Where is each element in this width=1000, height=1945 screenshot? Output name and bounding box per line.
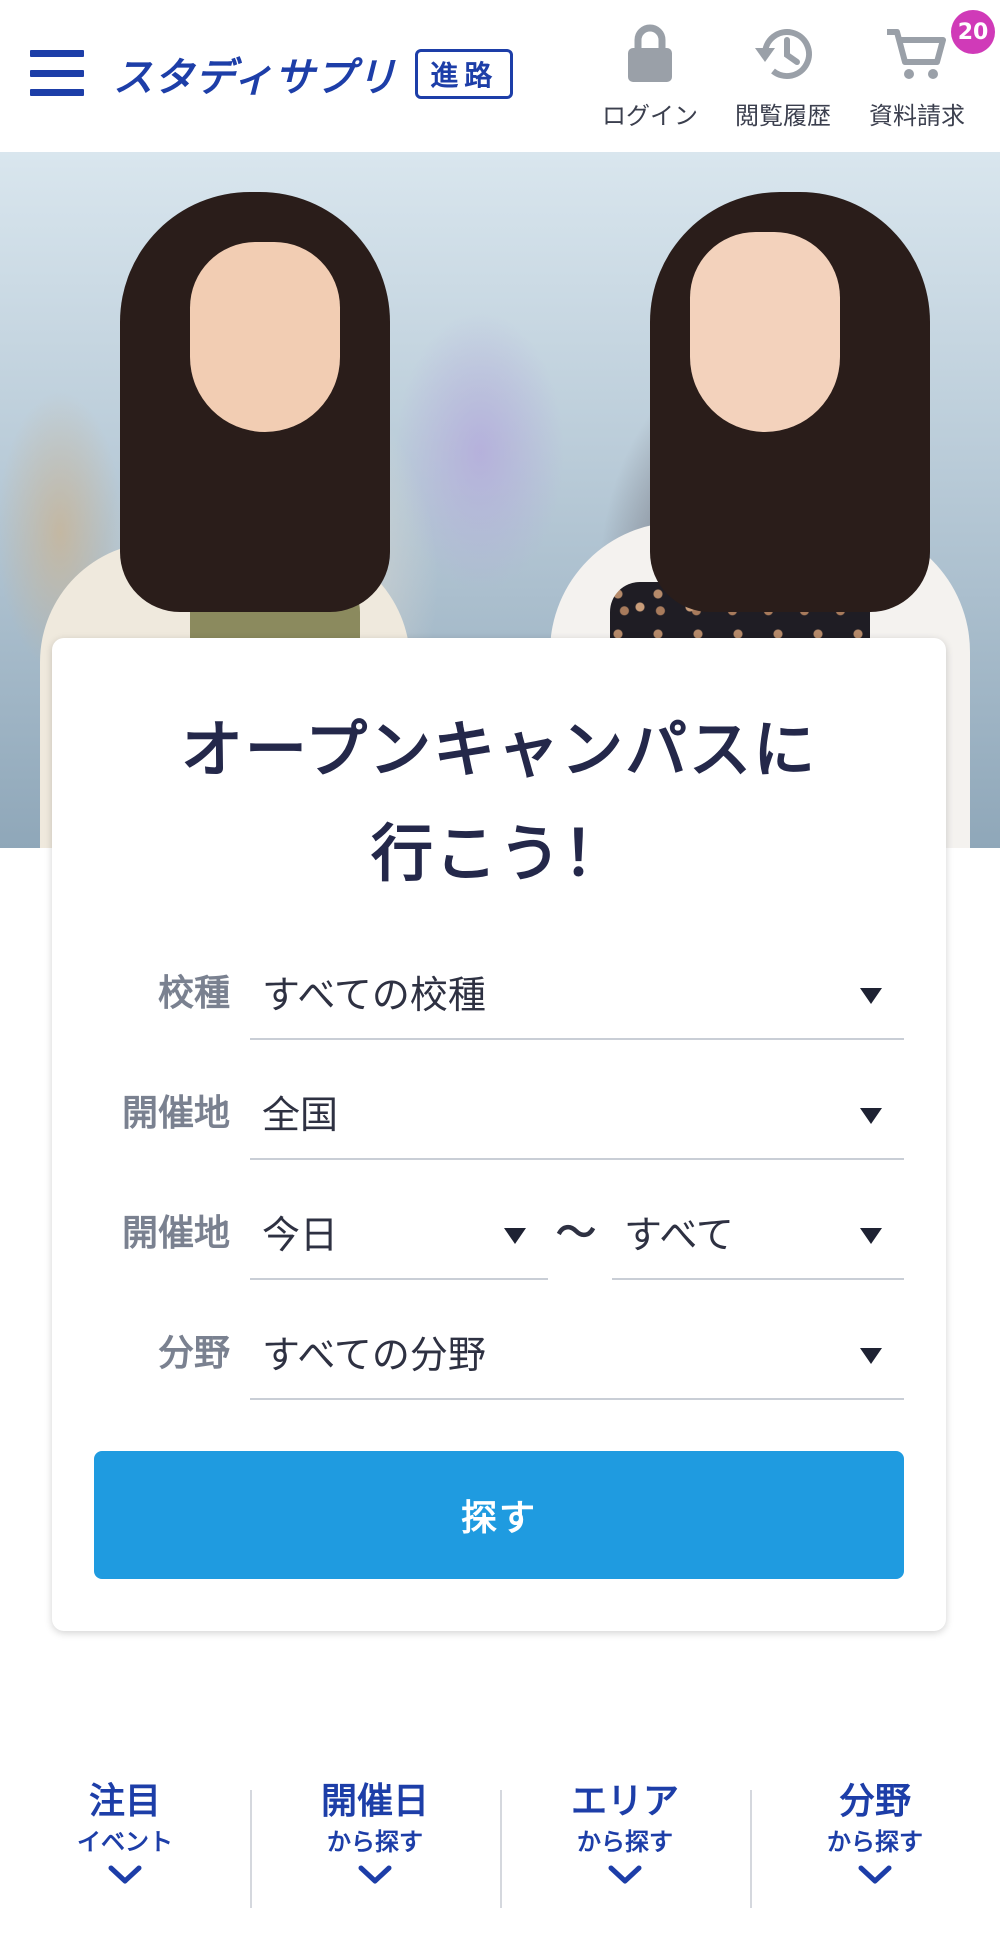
- location-value: 全国: [262, 1093, 339, 1137]
- hero-person-right-face: [690, 232, 840, 432]
- field-select[interactable]: すべての分野: [250, 1308, 904, 1400]
- field-value: すべての分野: [262, 1333, 486, 1377]
- chevron-down-icon: [608, 1865, 642, 1884]
- nav-by-date[interactable]: 開催日 から探す: [250, 1780, 500, 1920]
- date-row: 開催地 今日 〜 すべて: [52, 1168, 946, 1288]
- caret-down-icon: [860, 1228, 882, 1244]
- hero-person-left-face: [190, 242, 340, 432]
- request-label: 資料請求: [869, 102, 965, 130]
- date-to-value: すべて: [624, 1213, 734, 1257]
- bottom-nav: 注目 イベント 開催日 から探す エリア から探す 分野 から探す: [0, 1780, 1000, 1920]
- school-type-row: 校種 すべての校種: [52, 928, 946, 1048]
- nav-by-area[interactable]: エリア から探す: [500, 1780, 750, 1920]
- caret-down-icon: [860, 1108, 882, 1124]
- chevron-down-icon: [858, 1865, 892, 1884]
- page-title: オープンキャンパスに 行こう！: [52, 698, 946, 906]
- history-button[interactable]: 閲覧履歴: [728, 22, 838, 132]
- history-label: 閲覧履歴: [735, 102, 831, 130]
- nav-item-main-label: エリア: [570, 1781, 679, 1822]
- field-label: 分野: [157, 1333, 230, 1374]
- caret-down-icon: [504, 1228, 526, 1244]
- search-button[interactable]: 探す: [94, 1451, 904, 1579]
- search-card: オープンキャンパスに 行こう！ 校種 すべての校種 開催地 全国 開催地 今日 …: [52, 638, 946, 1631]
- nav-item-main-label: 分野: [838, 1781, 911, 1822]
- date-range-separator: 〜: [556, 1210, 596, 1256]
- date-label: 開催地: [121, 1213, 230, 1254]
- date-from-select[interactable]: 今日: [250, 1188, 548, 1280]
- chevron-down-icon: [358, 1865, 392, 1884]
- site-logo[interactable]: スタディサプリ 進路: [113, 46, 514, 102]
- nav-item-sub-label: から探す: [827, 1828, 923, 1856]
- title-line-1: オープンキャンパスに: [180, 713, 818, 786]
- menu-icon[interactable]: [30, 50, 84, 96]
- nav-item-sub-label: から探す: [327, 1828, 423, 1856]
- nav-featured-events[interactable]: 注目 イベント: [0, 1780, 250, 1920]
- field-row: 分野 すべての分野: [52, 1288, 946, 1408]
- history-icon: [751, 22, 815, 86]
- nav-by-field[interactable]: 分野 から探す: [750, 1780, 1000, 1920]
- cart-count-badge: 20: [951, 10, 995, 54]
- title-line-2: 行こう！: [370, 817, 627, 890]
- logo-text: スタディサプリ: [113, 55, 398, 101]
- school-type-value: すべての校種: [262, 973, 486, 1017]
- app-header: スタディサプリ 進路 ログイン 閲覧履歴 20 資料請求: [0, 0, 1000, 152]
- chevron-down-icon: [108, 1865, 142, 1884]
- caret-down-icon: [860, 1348, 882, 1364]
- login-button[interactable]: ログイン: [595, 22, 705, 132]
- nav-item-main-label: 開催日: [320, 1781, 429, 1822]
- nav-item-sub-label: イベント: [77, 1828, 173, 1856]
- school-type-select[interactable]: すべての校種: [250, 948, 904, 1040]
- request-button[interactable]: 20 資料請求: [862, 10, 995, 132]
- logo-badge: 進路: [415, 49, 514, 99]
- school-type-label: 校種: [157, 973, 230, 1014]
- caret-down-icon: [860, 988, 882, 1004]
- lock-icon: [618, 22, 682, 86]
- date-from-value: 今日: [262, 1213, 339, 1257]
- login-label: ログイン: [602, 102, 698, 130]
- cart-icon: 20: [885, 10, 995, 86]
- location-label: 開催地: [121, 1093, 230, 1134]
- date-to-select[interactable]: すべて: [612, 1188, 904, 1280]
- location-row: 開催地 全国: [52, 1048, 946, 1168]
- nav-item-main-label: 注目: [88, 1781, 161, 1822]
- nav-item-sub-label: から探す: [577, 1828, 673, 1856]
- location-select[interactable]: 全国: [250, 1068, 904, 1160]
